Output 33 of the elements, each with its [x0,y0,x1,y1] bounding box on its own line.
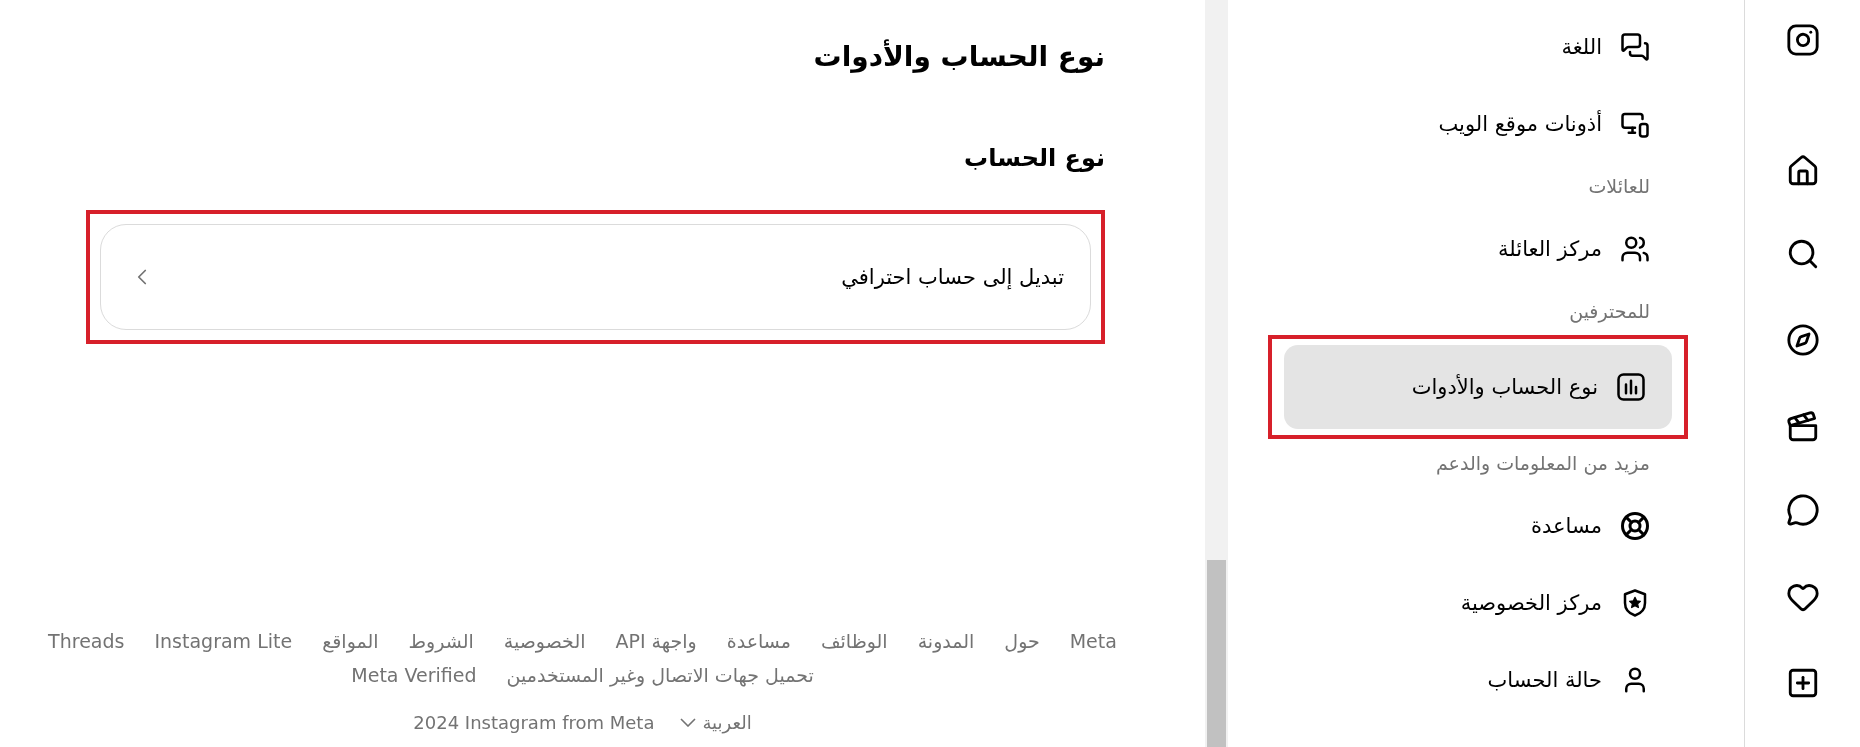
settings-menu-item[interactable]: حالة الحساب [1280,641,1676,718]
footer-link[interactable]: Instagram Lite [154,630,293,652]
footer-link[interactable]: تحميل جهات الاتصال وغير المستخدمين [506,664,814,686]
footer-link[interactable]: Threads [48,630,125,652]
settings-menu-item[interactable]: اللغة [1280,8,1676,85]
footer-link[interactable]: Meta [1069,630,1117,652]
settings-menu-item[interactable]: مساعدة [1280,487,1676,564]
scrollbar[interactable] [1205,0,1228,747]
settings-menu-item[interactable]: أذونات موقع الويب [1280,85,1676,162]
lifebuoy-icon [1620,510,1650,541]
copyright-text: 2024 Instagram from Meta [413,712,655,733]
section-heading: مزيد من المعلومات والدعم [1434,451,1651,477]
settings-menu-item[interactable]: نوع الحساب والأدوات [1284,345,1672,429]
switch-account-button[interactable]: تبديل إلى حساب احترافي [100,224,1091,330]
section-title: نوع الحساب [963,144,1105,172]
language-select[interactable]: العربية [680,712,752,733]
footer-link[interactable]: حول [1004,630,1040,652]
footer-link[interactable]: الوظائف [820,630,888,652]
footer-link[interactable]: مساعدة [726,630,791,652]
footer-link[interactable]: المواقع [322,630,379,652]
footer-link[interactable]: واجهة API [615,630,697,652]
footer-link[interactable]: الشروط [408,630,474,652]
section-heading: للمحترفين [1568,299,1651,325]
chevron-down-icon [680,718,697,727]
settings-menu-item[interactable]: مركز العائلة [1280,210,1676,287]
chat-bubbles-icon [1620,31,1650,62]
section-heading: للعائلات [1587,174,1651,199]
footer-link[interactable]: الخصوصية [503,630,586,652]
bar-chart-icon [1616,372,1646,402]
footer-link[interactable]: Meta Verified [351,664,477,686]
settings-menu-item[interactable]: مركز الخصوصية [1280,564,1676,641]
footer-link[interactable]: المدونة [917,630,975,652]
page-title: نوع الحساب والأدوات [812,40,1105,75]
